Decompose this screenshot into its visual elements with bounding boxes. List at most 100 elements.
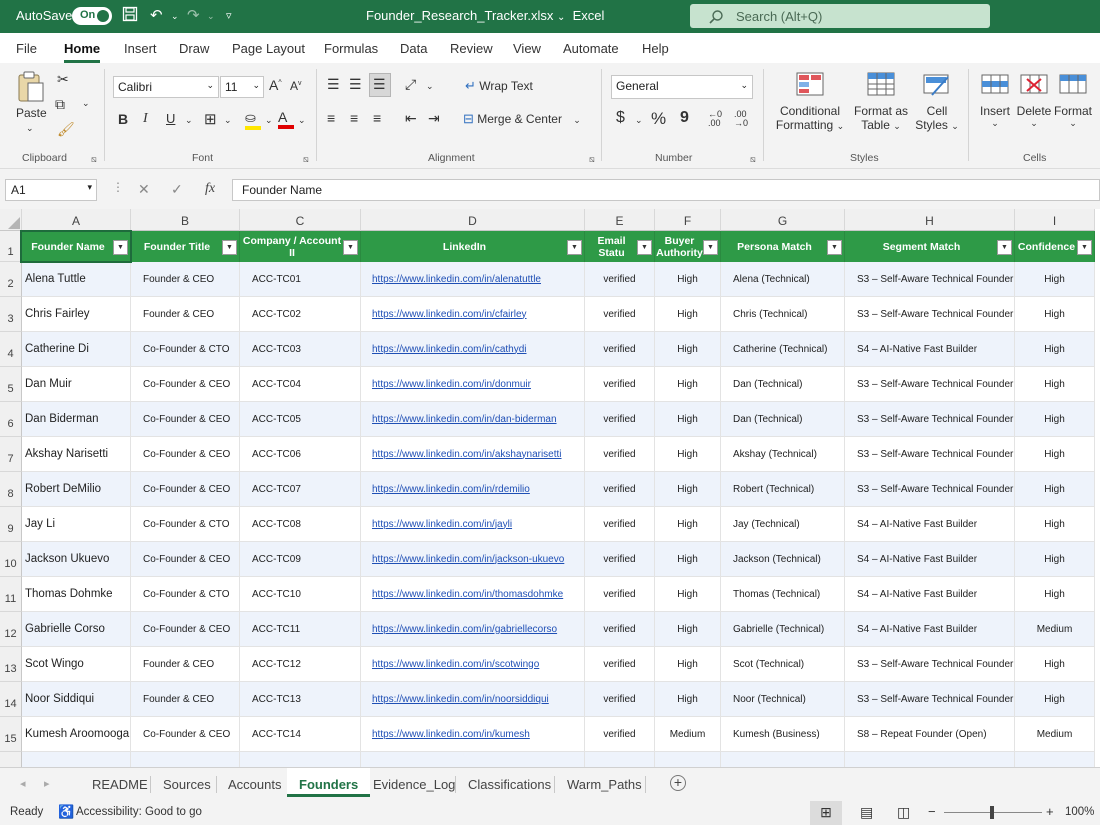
sheet-tab-readme[interactable]: README xyxy=(92,777,148,792)
table-cell[interactable]: Dan (Technical) xyxy=(721,402,845,437)
table-header-cell[interactable]: Company / Account II ▼ xyxy=(240,231,361,262)
table-cell[interactable]: High xyxy=(655,682,721,717)
sheet-tab-founders[interactable]: Founders xyxy=(287,768,371,797)
table-header-cell[interactable]: Segment Match ▼ xyxy=(845,231,1015,262)
table-cell[interactable]: High xyxy=(1015,647,1095,682)
column-header-f[interactable]: F xyxy=(655,209,721,231)
table-cell[interactable]: ACC-TC09 xyxy=(240,542,361,577)
table-cell[interactable]: Co-Founder & CEO xyxy=(131,472,240,507)
column-header-g[interactable]: G xyxy=(721,209,845,231)
table-cell[interactable]: S4 – AI-Native Fast Builder xyxy=(845,612,1015,647)
table-cell[interactable]: verified xyxy=(585,297,655,332)
customize-qat-icon[interactable]: ▿ xyxy=(226,9,232,22)
table-cell[interactable]: verified xyxy=(585,332,655,367)
table-cell[interactable]: Akshay (Technical) xyxy=(721,437,845,472)
increase-decimal-icon[interactable]: ←0.00 xyxy=(708,110,722,128)
linkedin-link-cell[interactable]: https://www.linkedin.com/in/jayli xyxy=(361,507,585,542)
table-cell[interactable]: Founder & CEO xyxy=(131,262,240,297)
document-title[interactable]: Founder_Research_Tracker.xlsx ⌄ Excel xyxy=(366,8,604,23)
linkedin-link-cell[interactable]: https://www.linkedin.com/in/scotwingo xyxy=(361,647,585,682)
table-cell[interactable] xyxy=(361,752,585,767)
table-cell[interactable]: Noor (Technical) xyxy=(721,682,845,717)
table-cell[interactable]: Akshay Narisetti xyxy=(22,437,131,472)
filter-dropdown-icon[interactable]: ▼ xyxy=(113,240,128,255)
table-cell[interactable]: Co-Founder & CEO xyxy=(131,402,240,437)
column-header-i[interactable]: I xyxy=(1015,209,1095,231)
table-cell[interactable]: Chris (Technical) xyxy=(721,297,845,332)
table-cell[interactable]: ACC-TC07 xyxy=(240,472,361,507)
undo-dropdown-icon[interactable]: ⌄ xyxy=(171,11,179,22)
table-cell[interactable]: Robert (Technical) xyxy=(721,472,845,507)
table-cell[interactable]: Catherine (Technical) xyxy=(721,332,845,367)
linkedin-link-cell[interactable]: https://www.linkedin.com/in/dan-biderman xyxy=(361,402,585,437)
zoom-out-icon[interactable]: − xyxy=(928,804,936,819)
table-cell[interactable]: High xyxy=(1015,437,1095,472)
spreadsheet-grid[interactable]: A Founder Name ▼ B Founder Title ▼ C Company / … xyxy=(0,209,1100,767)
filter-dropdown-icon[interactable]: ▼ xyxy=(343,240,358,255)
column-header-c[interactable]: C xyxy=(240,209,361,231)
table-cell[interactable]: High xyxy=(655,542,721,577)
filter-dropdown-icon[interactable]: ▼ xyxy=(997,240,1012,255)
table-cell[interactable]: Scot (Technical) xyxy=(721,647,845,682)
merge-center-button[interactable]: ⊟ Merge & Center ⌄ xyxy=(463,111,581,127)
linkedin-link-cell[interactable]: https://www.linkedin.com/in/akshaynarise… xyxy=(361,437,585,472)
table-cell[interactable]: High xyxy=(655,402,721,437)
delete-cells-button[interactable]: Delete ⌄ xyxy=(1016,71,1052,129)
linkedin-link-cell[interactable]: https://www.linkedin.com/in/alenatuttle xyxy=(361,262,585,297)
orientation-dropdown-icon[interactable]: ⌄ xyxy=(426,81,434,92)
table-cell[interactable]: Chris Fairley xyxy=(22,297,131,332)
table-cell[interactable]: Kumesh Aroomoogan xyxy=(22,717,131,752)
table-cell[interactable] xyxy=(22,752,131,767)
scroll-right-icon[interactable]: ▸ xyxy=(44,777,50,790)
table-cell[interactable]: Dan Biderman xyxy=(22,402,131,437)
table-cell[interactable]: Alena Tuttle xyxy=(22,262,131,297)
table-cell[interactable]: Co-Founder & CEO xyxy=(131,437,240,472)
underline-button[interactable]: U xyxy=(166,111,175,126)
table-cell[interactable]: ACC-TC11 xyxy=(240,612,361,647)
filter-dropdown-icon[interactable]: ▼ xyxy=(703,240,718,255)
more-options-icon[interactable]: ⋮ xyxy=(112,180,124,194)
table-cell[interactable] xyxy=(721,752,845,767)
borders-icon[interactable]: ⊞ xyxy=(204,110,217,128)
table-cell[interactable]: High xyxy=(1015,682,1095,717)
table-cell[interactable]: ACC-TC06 xyxy=(240,437,361,472)
align-middle-icon[interactable]: ☰ xyxy=(349,76,362,93)
table-cell[interactable]: High xyxy=(655,612,721,647)
table-cell[interactable]: Gabrielle (Technical) xyxy=(721,612,845,647)
bold-button[interactable]: B xyxy=(118,111,128,127)
row-header[interactable]: 4 xyxy=(0,332,22,367)
table-cell[interactable] xyxy=(655,752,721,767)
tab-view[interactable]: View xyxy=(513,41,541,56)
table-cell[interactable]: verified xyxy=(585,682,655,717)
clipboard-launcher-icon[interactable]: ⧅ xyxy=(91,154,97,165)
insert-function-icon[interactable]: fx xyxy=(205,181,215,197)
increase-font-icon[interactable]: A^ xyxy=(269,77,282,93)
table-cell[interactable]: Jay Li xyxy=(22,507,131,542)
save-icon[interactable] xyxy=(122,6,138,26)
borders-dropdown-icon[interactable]: ⌄ xyxy=(224,115,232,126)
table-header-cell[interactable]: Email Statu ▼ xyxy=(585,231,655,262)
font-color-dropdown-icon[interactable]: ⌄ xyxy=(298,115,306,126)
percent-button[interactable]: % xyxy=(651,109,666,129)
table-cell[interactable]: Founder & CEO xyxy=(131,647,240,682)
linkedin-link-cell[interactable]: https://www.linkedin.com/in/kumesh xyxy=(361,717,585,752)
underline-dropdown-icon[interactable]: ⌄ xyxy=(185,115,193,126)
table-cell[interactable]: ACC-TC12 xyxy=(240,647,361,682)
font-size-select[interactable]: 11 ⌄ xyxy=(220,76,264,98)
row-header[interactable]: 10 xyxy=(0,542,22,577)
row-header[interactable]: 12 xyxy=(0,612,22,647)
table-cell[interactable]: Kumesh (Business) xyxy=(721,717,845,752)
orientation-icon[interactable]: ⤢ xyxy=(405,76,416,93)
tab-file[interactable]: File xyxy=(16,41,37,56)
name-box[interactable]: A1 ▾ xyxy=(5,179,97,201)
number-launcher-icon[interactable]: ⧅ xyxy=(750,154,756,165)
table-cell[interactable]: High xyxy=(655,332,721,367)
table-cell[interactable]: S3 – Self-Aware Technical Founder xyxy=(845,472,1015,507)
linkedin-link-cell[interactable]: https://www.linkedin.com/in/gabriellecor… xyxy=(361,612,585,647)
table-cell[interactable]: Founder & CEO xyxy=(131,297,240,332)
table-cell[interactable]: High xyxy=(1015,472,1095,507)
linkedin-link-cell[interactable]: https://www.linkedin.com/in/noorsiddiqui xyxy=(361,682,585,717)
table-cell[interactable]: Jackson (Technical) xyxy=(721,542,845,577)
table-cell[interactable]: Medium xyxy=(1015,717,1095,752)
table-cell[interactable]: verified xyxy=(585,472,655,507)
